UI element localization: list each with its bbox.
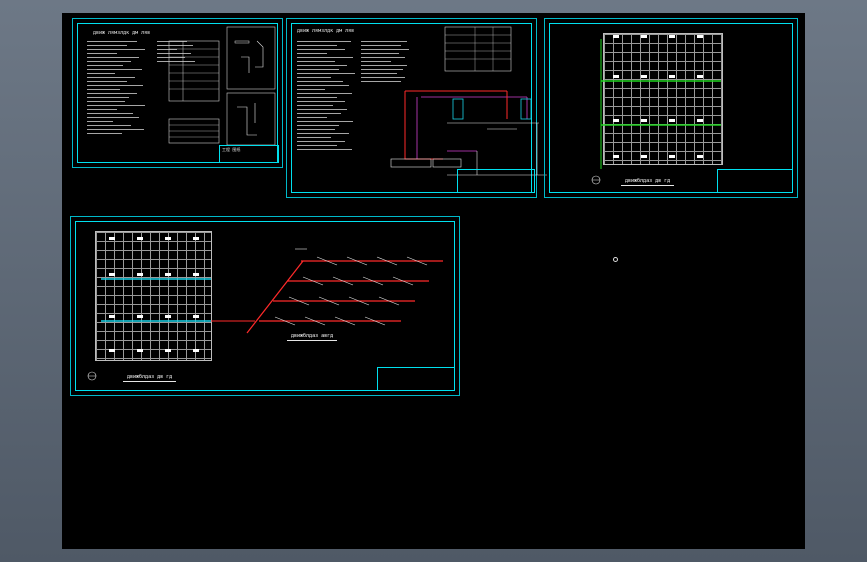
sheet-heading: движ лямзлдк дм ляв: [297, 28, 355, 34]
north-arrow-icon: [591, 175, 601, 185]
pipe-layout: [600, 35, 721, 169]
drawing-sheet-design-notes[interactable]: движ лямзлдк дм ляв 工程 图纸: [72, 18, 283, 168]
isometric-caption: движблдаз авгд: [287, 333, 338, 341]
title-block: [377, 367, 455, 391]
drawing-caption: движблдаз дв гд: [621, 178, 675, 186]
north-arrow-icon: [87, 371, 97, 381]
cad-crosshair-cursor: [613, 257, 618, 262]
title-block: 工程 图纸: [219, 145, 279, 163]
isometric-pipe-diagram: [246, 248, 443, 334]
legend-table: [168, 40, 220, 102]
notes-text-column: [297, 41, 357, 153]
sheet-heading: движ лямзлдк дм ляв: [93, 30, 151, 36]
sprinkler-detail-diagrams: [226, 26, 276, 146]
drawing-sheet-floor-plan-upper[interactable]: движблдаз дв гд: [544, 18, 798, 198]
plan-caption: движблдаз дв гд: [123, 374, 177, 382]
title-block: [457, 169, 535, 193]
drawing-sheet-plan-and-isometric[interactable]: движблдаз авгд движблдаз дв гд: [70, 216, 460, 396]
cad-model-space[interactable]: движ лямзлдк дм ляв 工程 图纸 движ лямзлдк д…: [62, 13, 805, 549]
title-block: [717, 169, 793, 193]
equipment-table: [444, 26, 512, 72]
notes-text-column: [87, 41, 147, 137]
drawing-sheet-system-diagram[interactable]: движ лямзлдк дм ляв: [286, 18, 547, 198]
